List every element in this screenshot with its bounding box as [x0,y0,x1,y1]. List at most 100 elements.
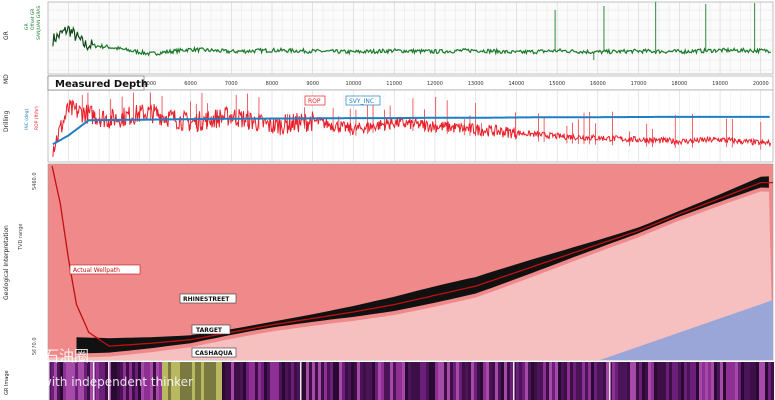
gr-image-column [570,362,573,400]
gr-image-column [765,362,768,400]
gr-image-column [204,362,207,400]
gr-image-column [348,362,351,400]
gr-image-column [573,362,576,400]
gr-image-column [222,362,225,400]
wellpath-label: Actual Wellpath [69,264,141,275]
gr-image-column [354,362,357,400]
gr-image-column [309,362,312,400]
md-tick-label: 14000 [508,81,524,87]
gr-image-column [411,362,414,400]
gr-image-column [747,362,750,400]
gr-image-column [414,362,417,400]
gr-image-column [360,362,363,400]
gr-curve-label-2: SANJUAN GRAS [36,6,42,40]
gr-image-column [720,362,723,400]
gr-image-column [771,362,774,400]
geo-bottom-value: 5670.0 [32,338,38,356]
gr-image-column [687,362,690,400]
gr-image-column [201,362,204,400]
gr-image-column [498,362,501,400]
gr-image-column [618,362,621,400]
gr-image-column [567,362,570,400]
drilling-track-label: Drilling [3,110,10,132]
gr-image-column [276,362,279,400]
gr-image-column [558,362,561,400]
md-tick-label: 7000 [225,81,238,87]
gr-image-column [606,362,609,400]
gr-image-column [657,362,660,400]
gr-image-column [504,362,507,400]
gr-image-column [501,362,504,400]
rop-callout-label: ROP [308,98,321,105]
gr-image-column [444,362,447,400]
gr-image-column [231,362,234,400]
gr-image-column [438,362,441,400]
gr-image-column [363,362,366,400]
gr-image-column [261,362,264,400]
gr-image-column [333,362,336,400]
gr-image-column [318,362,321,400]
gr-image-column [540,362,543,400]
gr-image-column [549,362,552,400]
gr-image-column [447,362,450,400]
gr-image-column [552,362,555,400]
gr-image-column [270,362,273,400]
gr-image-column [450,362,453,400]
lower-formation-label: CASHAQUA [191,347,237,358]
gr-image-column [696,362,699,400]
gr-image-column [294,362,297,400]
gr-image-column [345,362,348,400]
gr-image-column [273,362,276,400]
gr-image-column [732,362,735,400]
gr-image-column [729,362,732,400]
gr-image-column [675,362,678,400]
target-label: TARGET [191,324,231,335]
gr-image-column [255,362,258,400]
md-track-label: MD [3,74,10,84]
gr-image-column [579,362,582,400]
gr-image-column [714,362,717,400]
gr-image-column [660,362,663,400]
gr-image-column [681,362,684,400]
gr-image-column [585,362,588,400]
gr-image-column [534,362,537,400]
watermark-title: 石油圈 [44,347,89,365]
md-tick-label: 20000 [753,81,769,87]
gr-image-bright-column [300,362,302,400]
gr-image-column [723,362,726,400]
gr-image-column [717,362,720,400]
gr-image-column [264,362,267,400]
gr-image-column [528,362,531,400]
gr-image-column [339,362,342,400]
drilling-curve-label-0: INC (deg) [24,108,30,130]
geo-sub-label: TVD range [18,224,24,251]
gr-image-column [651,362,654,400]
gr-image-column [246,362,249,400]
gr-image-column [522,362,525,400]
gr-image-column [456,362,459,400]
gr-image-column [279,362,282,400]
gr-image-column [750,362,753,400]
gr-image-column [402,362,405,400]
wellpath-label-text: Actual Wellpath [73,267,120,274]
gr-image-column [672,362,675,400]
gr-image-column [702,362,705,400]
gr-image-column [420,362,423,400]
gr-image-column [705,362,708,400]
inc-callout: SVY_INC [345,95,381,106]
gr-image-column [228,362,231,400]
gr-image-column [399,362,402,400]
gr-image-column [288,362,291,400]
gr-image-column [762,362,765,400]
gr-image-column [369,362,372,400]
gr-image-column [624,362,627,400]
gr-image-column [327,362,330,400]
geo-top-value: 5460.0 [32,173,38,191]
gr-image-column [642,362,645,400]
bottom-track-label: GR Image [4,370,10,395]
gr-image-column [735,362,738,400]
drilling-curve-label-1: ROP (ft/hr) [34,106,40,130]
md-tick-label: 13000 [468,81,484,87]
gr-image-column [576,362,579,400]
gr-image-column [249,362,252,400]
